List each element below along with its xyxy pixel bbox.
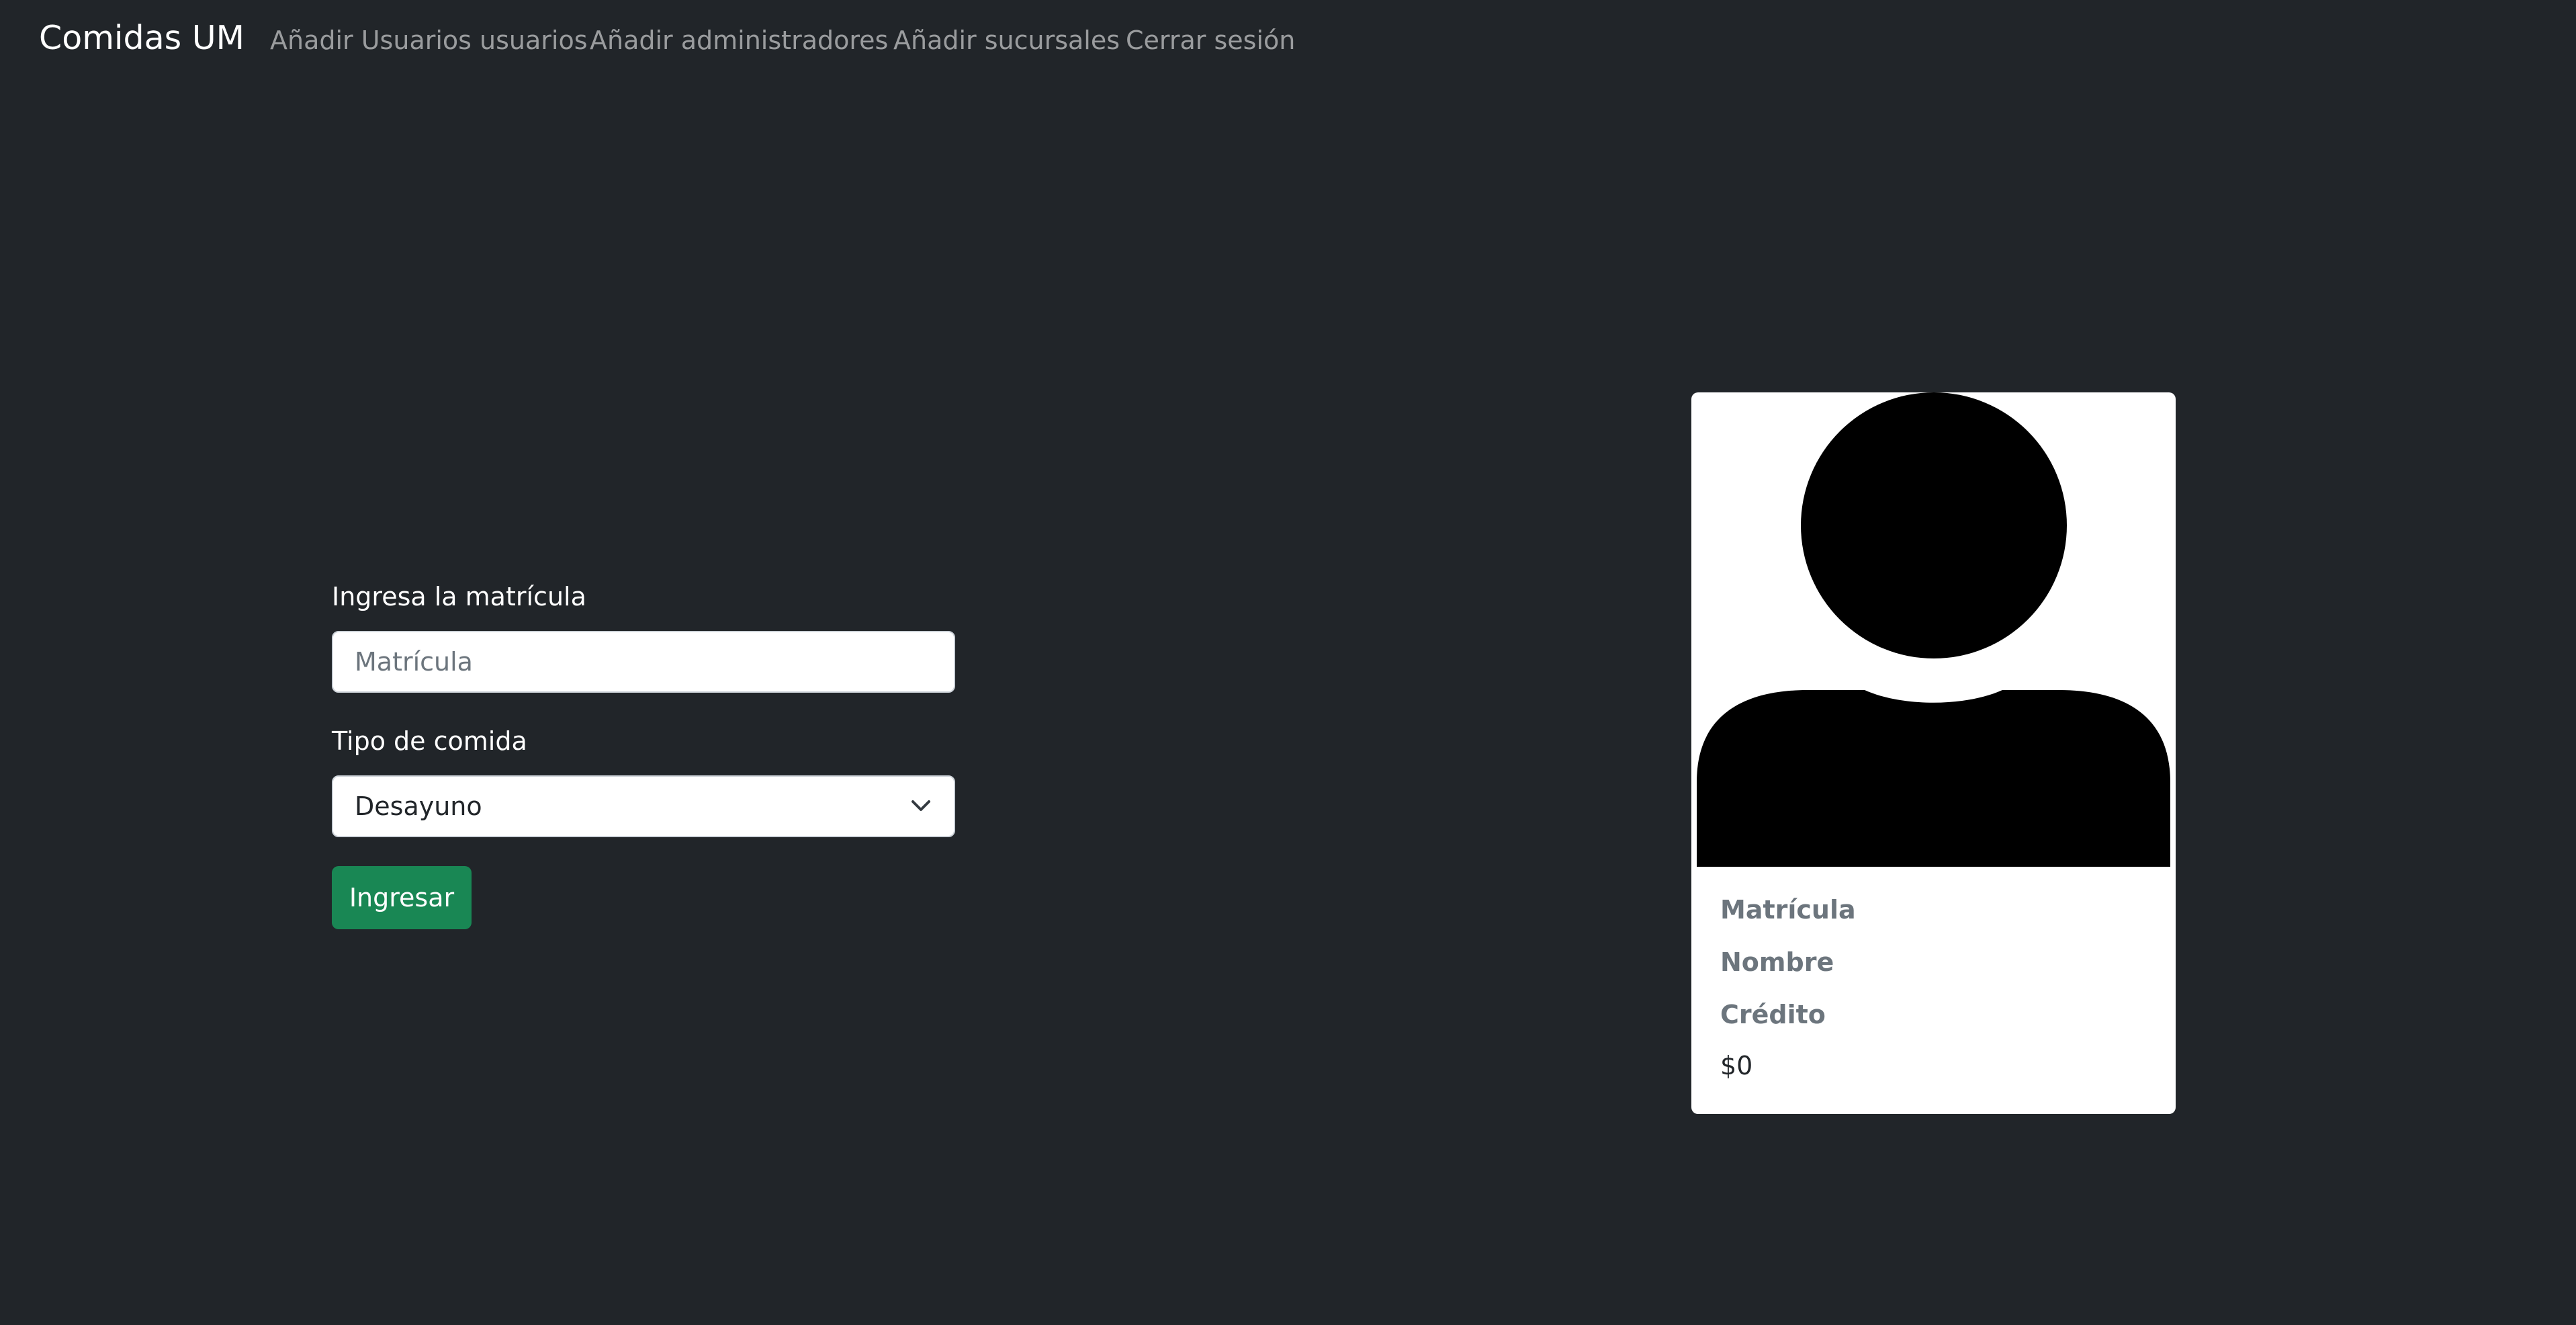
person-silhouette-icon	[1697, 392, 2170, 867]
card-nombre-label: Nombre	[1720, 947, 1834, 977]
nav-link-logout[interactable]: Cerrar sesión	[1126, 26, 1295, 55]
matricula-input[interactable]	[332, 631, 955, 693]
nav-link-add-admins[interactable]: Añadir administradores	[590, 26, 888, 55]
brand-link[interactable]: Comidas UM	[39, 19, 245, 57]
meal-type-select[interactable]: Desayuno	[332, 775, 955, 837]
user-card: Matrícula Nombre Crédito $0	[1691, 392, 2176, 1114]
meal-type-label: Tipo de comida	[332, 726, 527, 756]
card-credito-label: Crédito	[1720, 1000, 1826, 1029]
card-credito-value: $0	[1720, 1051, 1753, 1080]
meal-type-selected-value: Desayuno	[355, 792, 482, 821]
nav-link-add-users[interactable]: Añadir Usuarios usuarios	[270, 26, 588, 55]
chevron-down-icon	[912, 800, 930, 811]
matricula-label: Ingresa la matrícula	[332, 582, 586, 611]
ingresar-button[interactable]: Ingresar	[332, 866, 472, 929]
nav-link-add-branches[interactable]: Añadir sucursales	[893, 26, 1120, 55]
navbar: Comidas UM Añadir Usuarios usuarios Añad…	[0, 0, 2576, 83]
card-matricula-label: Matrícula	[1720, 895, 1856, 925]
